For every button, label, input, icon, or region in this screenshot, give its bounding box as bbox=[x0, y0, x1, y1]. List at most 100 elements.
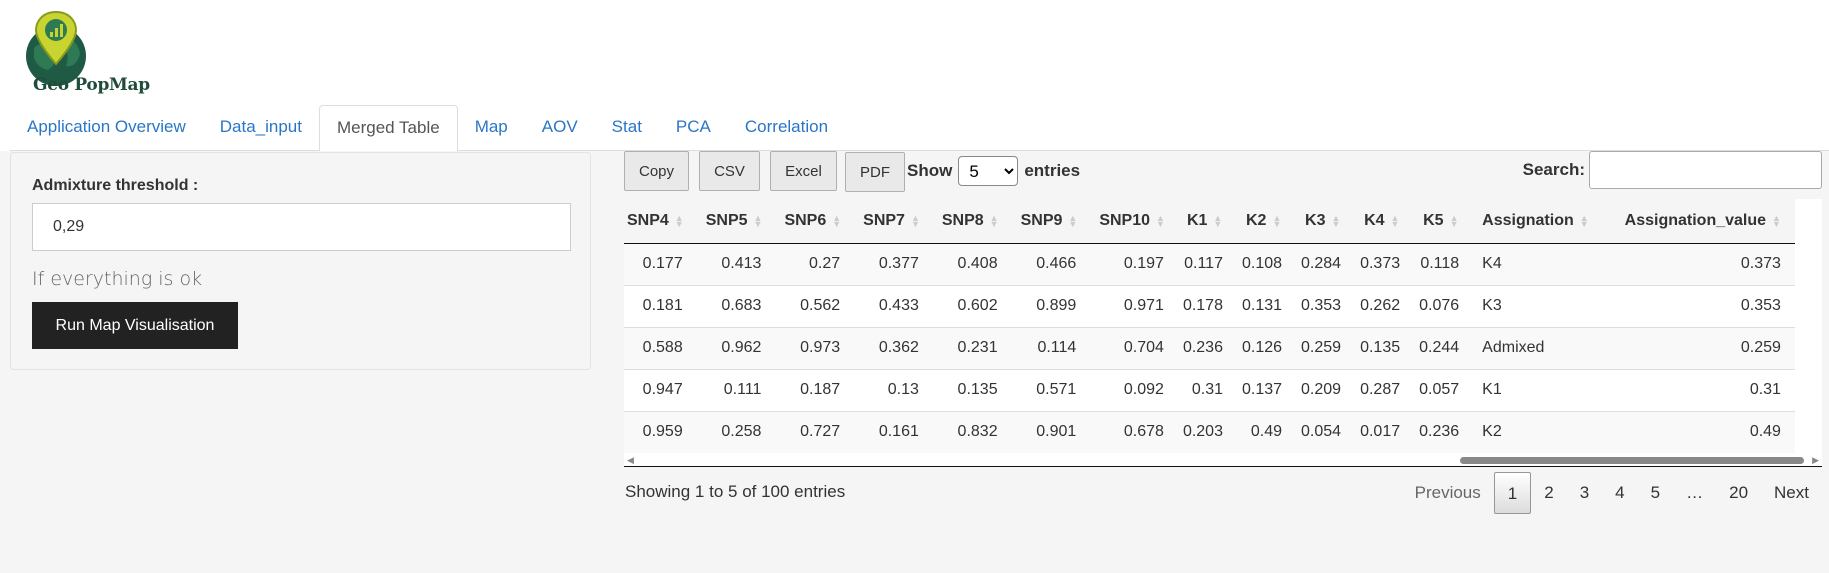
table-row[interactable]: 0.588 0.962 0.973 0.362 0.231 0.114 0.704 0.236… bbox=[624, 326, 1795, 369]
sort-icon: ▲ ▼ bbox=[1579, 212, 1589, 229]
table-cell: 0.49 bbox=[1233, 410, 1294, 453]
table-scroll-area[interactable]: SNP4 ▲ ▼ SNP5 ▲ ▼ SNP6 ▲ ▼ SNP7 ▲ ▼ SNP8 ▲ ▼ SNP9 ▲… bbox=[624, 199, 1822, 453]
table-cell: 0.413 bbox=[693, 242, 773, 285]
col-header-assignation-value[interactable]: Assignation_value ▲ ▼ bbox=[1598, 199, 1795, 244]
col-header-snp4[interactable]: SNP4 ▲ ▼ bbox=[624, 199, 694, 244]
scrollbar-thumb[interactable] bbox=[1460, 457, 1804, 464]
page-button-20[interactable]: 20 bbox=[1716, 472, 1761, 514]
col-header-k2[interactable]: K2 ▲ ▼ bbox=[1233, 199, 1294, 244]
table-cell: 0.108 bbox=[1233, 242, 1294, 285]
table-cell: 0.27 bbox=[772, 242, 852, 285]
search-input[interactable] bbox=[1589, 151, 1822, 189]
table-cell: 0.244 bbox=[1411, 326, 1471, 369]
page-button-1[interactable]: 1 bbox=[1493, 472, 1532, 514]
sort-icon: ▲ ▼ bbox=[910, 212, 920, 229]
search-control: Search: bbox=[1523, 151, 1822, 189]
col-header-snp7[interactable]: SNP7 ▲ ▼ bbox=[851, 199, 930, 244]
tab-stat[interactable]: Stat bbox=[595, 105, 659, 151]
sort-icon: ▲ ▼ bbox=[1772, 212, 1781, 229]
table-cell: K2 bbox=[1470, 410, 1599, 453]
tab-pca[interactable]: PCA bbox=[659, 105, 728, 151]
page-button-3[interactable]: 3 bbox=[1567, 472, 1602, 514]
table-cell: 0.236 bbox=[1411, 410, 1471, 453]
col-header-k1[interactable]: K1 ▲ ▼ bbox=[1174, 199, 1234, 244]
table-cell: 0.571 bbox=[1008, 368, 1088, 411]
table-cell: 0.588 bbox=[624, 326, 694, 369]
run-map-button[interactable]: Run Map Visualisation bbox=[32, 302, 238, 349]
sort-icon: ▲ ▼ bbox=[1390, 212, 1400, 229]
tab-merged-table[interactable]: Merged Table bbox=[318, 105, 458, 152]
table-cell: 0.602 bbox=[929, 284, 1009, 327]
table-cell: K4 bbox=[1470, 242, 1599, 285]
sort-icon: ▲ ▼ bbox=[1213, 212, 1223, 229]
table-cell: 0.678 bbox=[1087, 410, 1175, 453]
table-cell: 0.054 bbox=[1293, 410, 1353, 453]
table-cell: 0.177 bbox=[624, 242, 694, 285]
excel-button[interactable]: Excel bbox=[770, 151, 837, 191]
page-button-5[interactable]: 5 bbox=[1638, 472, 1673, 514]
tab-aov[interactable]: AOV bbox=[525, 105, 595, 151]
table-cell: 0.287 bbox=[1352, 368, 1412, 411]
col-header-assignation[interactable]: Assignation ▲ ▼ bbox=[1470, 199, 1599, 244]
col-header-label: SNP10 bbox=[1099, 211, 1151, 229]
col-header-snp5[interactable]: SNP5 ▲ ▼ bbox=[693, 199, 773, 244]
data-table-panel: Copy CSV Excel PDF Show 5 entries Search… bbox=[624, 151, 1822, 561]
table-row[interactable]: 0.959 0.258 0.727 0.161 0.832 0.901 0.678 0.203… bbox=[624, 410, 1795, 453]
next-page-button[interactable]: Next bbox=[1761, 472, 1822, 514]
table-cell: 0.49 bbox=[1598, 410, 1795, 453]
sort-icon: ▲ ▼ bbox=[1068, 212, 1078, 229]
table-cell: 0.433 bbox=[851, 284, 930, 327]
table-cell: 0.117 bbox=[1174, 242, 1234, 285]
col-header-k4[interactable]: K4 ▲ ▼ bbox=[1352, 199, 1412, 244]
table-cell: 0.259 bbox=[1598, 326, 1795, 369]
table-cell: 0.727 bbox=[772, 410, 852, 453]
main-tabs: Application Overview Data_input Merged T… bbox=[10, 105, 1829, 152]
table-row[interactable]: 0.181 0.683 0.562 0.433 0.602 0.899 0.971 0.178… bbox=[624, 284, 1795, 327]
tab-data-input[interactable]: Data_input bbox=[203, 105, 319, 151]
col-header-label: SNP6 bbox=[784, 211, 827, 229]
col-header-snp9[interactable]: SNP9 ▲ ▼ bbox=[1008, 199, 1088, 244]
col-header-label: SNP7 bbox=[863, 211, 905, 229]
col-header-label: Assignation_value bbox=[1624, 211, 1767, 229]
col-header-label: K3 bbox=[1305, 211, 1326, 229]
previous-page-button[interactable]: Previous bbox=[1402, 472, 1494, 514]
table-cell: 0.373 bbox=[1598, 242, 1795, 285]
page-button-2[interactable]: 2 bbox=[1531, 472, 1566, 514]
table-cell: 0.209 bbox=[1293, 368, 1353, 411]
col-header-snp8[interactable]: SNP8 ▲ ▼ bbox=[929, 199, 1009, 244]
status-note: If everything is ok bbox=[32, 268, 203, 290]
table-cell: 0.092 bbox=[1087, 368, 1175, 411]
pdf-button[interactable]: PDF bbox=[845, 152, 905, 192]
horizontal-scrollbar[interactable]: ◀ ▶ bbox=[624, 453, 1822, 467]
tab-application-overview[interactable]: Application Overview bbox=[10, 105, 203, 151]
sort-icon: ▲ ▼ bbox=[1156, 212, 1165, 229]
table-cell: 0.284 bbox=[1293, 242, 1353, 285]
table-cell: 0.076 bbox=[1411, 284, 1471, 327]
col-header-k3[interactable]: K3 ▲ ▼ bbox=[1293, 199, 1353, 244]
table-cell: 0.057 bbox=[1411, 368, 1471, 411]
threshold-input[interactable] bbox=[32, 203, 571, 251]
table-cell: 0.962 bbox=[693, 326, 773, 369]
scroll-right-arrow-icon[interactable]: ▶ bbox=[1812, 455, 1819, 466]
col-header-label: SNP5 bbox=[705, 211, 748, 229]
tab-correlation[interactable]: Correlation bbox=[728, 105, 845, 151]
csv-button[interactable]: CSV bbox=[699, 151, 760, 191]
table-row[interactable]: 0.177 0.413 0.27 0.377 0.408 0.466 0.197 0.117 0… bbox=[624, 242, 1795, 285]
page-button-4[interactable]: 4 bbox=[1602, 472, 1637, 514]
col-header-snp10[interactable]: SNP10 ▲ ▼ bbox=[1087, 199, 1175, 244]
col-header-k5[interactable]: K5 ▲ ▼ bbox=[1411, 199, 1471, 244]
entries-select[interactable]: 5 bbox=[958, 156, 1019, 186]
merged-table: SNP4 ▲ ▼ SNP5 ▲ ▼ SNP6 ▲ ▼ SNP7 ▲ ▼ SNP8 ▲ ▼ SNP9 ▲… bbox=[624, 199, 1795, 453]
table-cell: 0.704 bbox=[1087, 326, 1175, 369]
table-cell: 0.236 bbox=[1174, 326, 1234, 369]
col-header-snp6[interactable]: SNP6 ▲ ▼ bbox=[772, 199, 852, 244]
table-row[interactable]: 0.947 0.111 0.187 0.13 0.135 0.571 0.092 0.31 0.… bbox=[624, 368, 1795, 411]
table-cell: 0.973 bbox=[772, 326, 852, 369]
copy-button[interactable]: Copy bbox=[624, 151, 689, 191]
tab-map[interactable]: Map bbox=[458, 105, 525, 151]
table-cell: 0.178 bbox=[1174, 284, 1234, 327]
table-cell: 0.197 bbox=[1087, 242, 1175, 285]
sort-icon: ▲ ▼ bbox=[1449, 212, 1459, 229]
scroll-left-arrow-icon[interactable]: ◀ bbox=[627, 455, 634, 466]
table-cell: 0.017 bbox=[1352, 410, 1412, 453]
